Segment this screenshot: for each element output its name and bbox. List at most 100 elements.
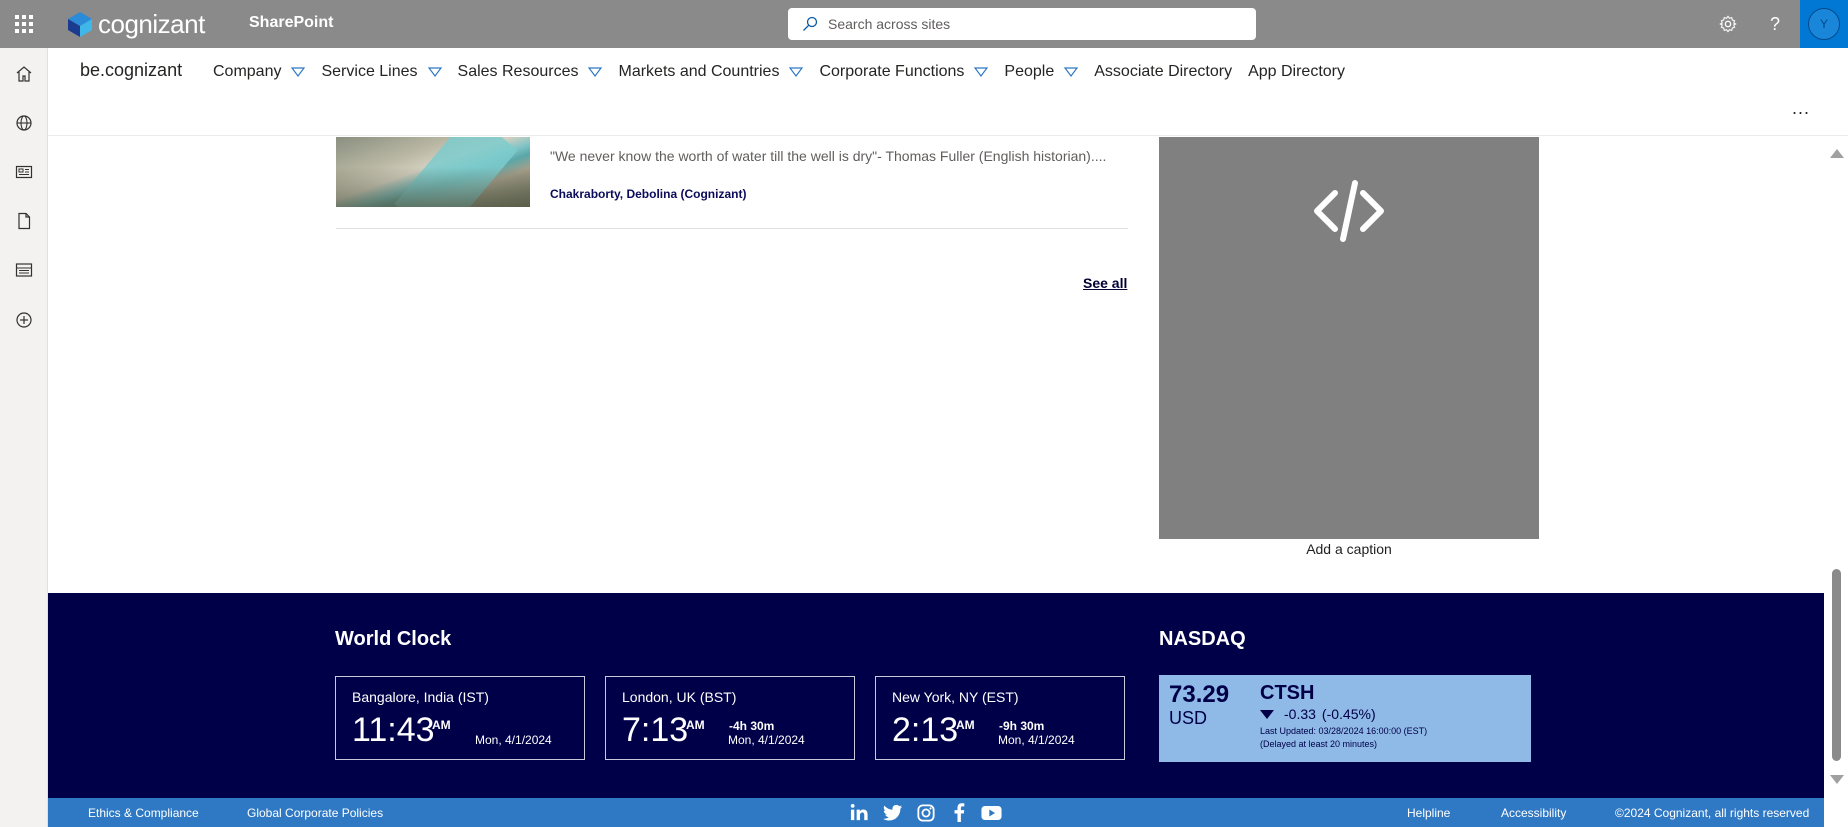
cognizant-logo[interactable]: cognizant <box>66 8 205 39</box>
app-bar <box>0 48 48 827</box>
app-launcher-button[interactable] <box>0 0 48 48</box>
clock-ampm: AM <box>432 718 451 732</box>
site-title[interactable]: be.cognizant <box>80 60 182 81</box>
globe-icon <box>16 115 32 131</box>
clock-ampm: AM <box>956 718 975 732</box>
search-input[interactable] <box>828 16 1256 32</box>
home-icon <box>16 66 32 82</box>
nav-item-associate-directory[interactable]: Associate Directory <box>1094 60 1232 84</box>
clock-city: Bangalore, India (IST) <box>352 689 489 705</box>
youtube-icon[interactable] <box>981 802 1002 823</box>
stock-currency: USD <box>1169 708 1208 728</box>
ethics-compliance-link[interactable]: Ethics & Compliance <box>88 806 199 820</box>
down-arrow-icon <box>1260 709 1274 719</box>
clock-city: New York, NY (EST) <box>892 689 1019 705</box>
add-circle-icon <box>16 312 32 328</box>
world-clock-title: World Clock <box>335 628 452 650</box>
chevron-down-icon[interactable] <box>588 67 603 77</box>
embed-webpart[interactable] <box>1159 137 1539 539</box>
scroll-thumb[interactable] <box>1832 569 1841 761</box>
nav-item-label: Markets and Countries <box>618 63 780 80</box>
chevron-down-icon[interactable] <box>789 67 804 77</box>
nav-item-company[interactable]: Company <box>213 60 306 84</box>
home-button[interactable] <box>12 62 36 86</box>
footer-band: World Clock Bangalore, India (IST) 11:43… <box>48 593 1824 798</box>
news-thumbnail[interactable] <box>336 137 530 207</box>
files-button[interactable] <box>12 209 36 233</box>
linkedin-icon[interactable] <box>849 802 870 823</box>
stock-price: 73.29 <box>1169 681 1230 708</box>
clock-date: Mon, 4/1/2024 <box>998 733 1075 747</box>
copyright-text: ©2024 Cognizant, all rights reserved <box>1615 806 1810 820</box>
nav-item-app-directory[interactable]: App Directory <box>1248 60 1345 84</box>
stock-ticker-card[interactable]: 73.29 USD CTSH -0.33 (-0.45%) Last Updat… <box>1159 675 1531 762</box>
nav-item-label: Sales Resources <box>457 63 579 80</box>
chevron-down-icon[interactable] <box>1064 67 1079 77</box>
suite-app-name[interactable]: SharePoint <box>249 14 333 32</box>
nav-item-people[interactable]: People <box>1004 60 1079 84</box>
document-icon <box>18 212 31 230</box>
nav-item-corporate-functions[interactable]: Corporate Functions <box>819 60 989 84</box>
instagram-icon[interactable] <box>915 802 936 823</box>
news-description[interactable]: "We never know the worth of water till t… <box>550 148 1110 164</box>
clock-offset: -4h 30m <box>729 719 775 733</box>
clock-card: New York, NY (EST) 2:13 AM -9h 30m Mon, … <box>875 676 1125 760</box>
clock-city: London, UK (BST) <box>622 689 737 705</box>
embed-caption[interactable]: Add a caption <box>1159 541 1539 557</box>
scroll-down-arrow-icon[interactable] <box>1830 775 1844 784</box>
logo-text: cognizant <box>98 8 205 39</box>
facebook-icon[interactable] <box>948 802 969 823</box>
clock-date: Mon, 4/1/2024 <box>728 733 805 747</box>
news-icon <box>15 165 33 179</box>
nav-item-label: Company <box>213 63 282 80</box>
code-embed-icon <box>1314 180 1384 242</box>
stock-change-percent: (-0.45%) <box>1321 706 1376 722</box>
news-author[interactable]: Chakraborty, Debolina (Cognizant) <box>550 187 746 201</box>
search-box[interactable] <box>788 8 1256 40</box>
nav-item-service-lines[interactable]: Service Lines <box>321 60 442 84</box>
global-policies-link[interactable]: Global Corporate Policies <box>247 806 383 820</box>
settings-button[interactable] <box>1716 12 1740 36</box>
waffle-icon <box>15 15 33 33</box>
avatar: Y <box>1808 8 1840 40</box>
top-nav: Company Service Lines Sales Resources Ma… <box>213 60 1361 84</box>
global-nav-button[interactable] <box>12 111 36 135</box>
more-options-button[interactable]: ... <box>1792 98 1810 119</box>
question-icon: ? <box>1769 13 1780 34</box>
see-all-link[interactable]: See all <box>1083 275 1127 291</box>
clock-card: London, UK (BST) 7:13 AM -4h 30m Mon, 4/… <box>605 676 855 760</box>
create-button[interactable] <box>12 308 36 332</box>
nav-item-label: Service Lines <box>321 63 418 80</box>
stock-change-value: -0.33 <box>1284 706 1316 722</box>
help-button[interactable]: ? <box>1763 12 1787 36</box>
clock-offset: -9h 30m <box>999 719 1045 733</box>
chevron-down-icon[interactable] <box>974 67 989 77</box>
search-icon <box>803 16 818 31</box>
clock-time: 2:13 <box>892 711 959 749</box>
lists-button[interactable] <box>12 258 36 282</box>
cognizant-logo-mark-icon <box>68 12 92 37</box>
site-header: be.cognizant Company Service Lines Sales… <box>48 48 1848 136</box>
gear-icon <box>1719 15 1737 33</box>
list-icon <box>15 263 33 277</box>
twitter-icon[interactable] <box>882 802 903 823</box>
clock-time: 7:13 <box>622 711 689 749</box>
stock-delayed-note: (Delayed at least 20 minutes) <box>1260 739 1378 749</box>
nav-item-label: App Directory <box>1248 63 1345 80</box>
account-manager-button[interactable]: Y <box>1800 0 1848 48</box>
chevron-down-icon[interactable] <box>427 67 442 77</box>
social-links <box>849 802 1002 823</box>
stock-symbol: CTSH <box>1260 682 1315 704</box>
stock-last-updated: Last Updated: 03/28/2024 16:00:00 (EST) <box>1260 726 1428 736</box>
nav-item-markets-and-countries[interactable]: Markets and Countries <box>618 60 804 84</box>
footer-bar: Ethics & Compliance Global Corporate Pol… <box>48 798 1824 827</box>
chevron-down-icon[interactable] <box>291 67 306 77</box>
news-button[interactable] <box>12 160 36 184</box>
accessibility-link[interactable]: Accessibility <box>1501 806 1566 820</box>
nasdaq-title: NASDAQ <box>1159 628 1246 650</box>
nav-item-sales-resources[interactable]: Sales Resources <box>458 60 603 84</box>
scroll-up-arrow-icon[interactable] <box>1830 149 1844 158</box>
page-scrollbar[interactable] <box>1824 137 1848 798</box>
helpline-link[interactable]: Helpline <box>1407 806 1450 820</box>
clock-date: Mon, 4/1/2024 <box>475 733 552 747</box>
